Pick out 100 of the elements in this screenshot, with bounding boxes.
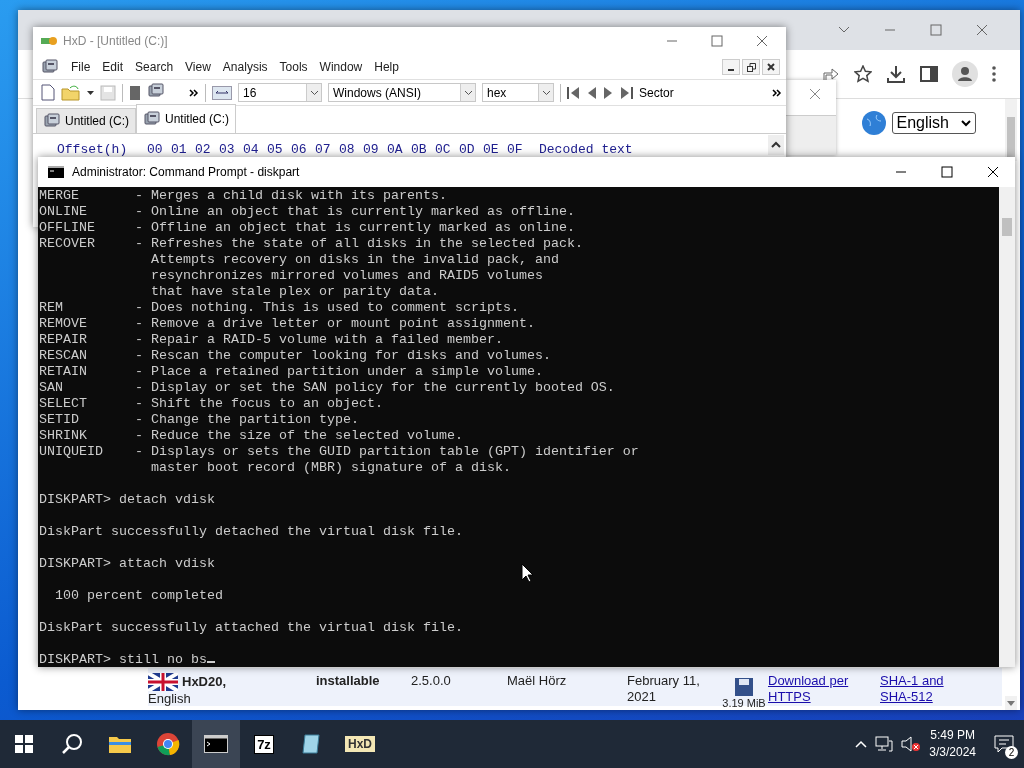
console-line: MERGE - Merges a child disk with its parents. [39, 188, 447, 203]
column-header: 0D [459, 142, 476, 157]
flag-icon [148, 673, 178, 691]
search-icon[interactable] [61, 733, 83, 755]
console-line: DiskPart successfully detached the virtual disk file. [39, 524, 463, 539]
network-icon[interactable] [875, 736, 894, 752]
console-line: that have stale plex or parity data. [149, 284, 439, 299]
column-header: 00 [147, 142, 164, 157]
product-name: HxD20, [182, 674, 227, 690]
column-header: 0F [507, 142, 524, 157]
menu-item[interactable]: Window [319, 60, 363, 74]
column-header: 0C [435, 142, 452, 157]
restore-icon[interactable] [742, 59, 760, 75]
console-line: DISKPART> detach vdisk [39, 492, 215, 507]
menu-item[interactable]: Help [374, 60, 399, 74]
console-line: ONLINE - Online an object that is currently marked as offline. [39, 204, 575, 219]
folder-icon[interactable] [108, 734, 132, 754]
column-header: 06 [291, 142, 308, 157]
maximize-icon[interactable] [941, 166, 953, 178]
product-language: English [148, 691, 192, 707]
menu-item[interactable]: Edit [102, 60, 124, 74]
menu-item[interactable]: Tools [279, 60, 308, 74]
column-header: 0E [483, 142, 500, 157]
hash-link[interactable]: SHA-1 and SHA-512 [880, 673, 960, 705]
chip-icon[interactable] [129, 84, 141, 101]
console-line: REPAIR - Repair a RAID-5 volume with a failed member. [39, 332, 503, 347]
last-icon[interactable] [619, 86, 633, 99]
console-line: Attempts recovery on disks in the invalid pack, and [149, 252, 559, 267]
clock-date[interactable]: 3/3/2024 [929, 744, 976, 761]
console-line: RECOVER - Refreshes the state of all disks in the selected pack. [39, 236, 583, 251]
share-icon[interactable] [822, 66, 840, 82]
console-line: SHRINK - Reduce the size of the selected volume. [39, 428, 463, 443]
nav-unit-label: Sector [639, 85, 674, 100]
avatar-icon[interactable] [952, 61, 978, 87]
caret-icon[interactable] [87, 90, 94, 95]
column-header: 09 [363, 142, 380, 157]
console-line: resynchronizes mirrored volumes and RAID5 volumes [149, 268, 543, 283]
new-file-icon[interactable] [41, 84, 55, 101]
charset-select[interactable]: Windows (ANSI) [328, 83, 476, 102]
column-header: 0B [411, 142, 428, 157]
download-icon[interactable] [886, 64, 906, 84]
menu-item[interactable]: File [71, 60, 91, 74]
terminal-icon [48, 166, 64, 178]
version-text: 2.5.0.0 [411, 673, 452, 689]
next-icon[interactable] [603, 86, 613, 99]
console-line: RESCAN - Rescan the computer looking for disks and volumes. [39, 348, 551, 363]
document-tab[interactable]: Untitled (C:) [36, 108, 136, 133]
browser-icon[interactable] [156, 732, 180, 756]
archive-app-icon[interactable]: 7z [254, 734, 274, 754]
chevron-down-icon[interactable] [838, 26, 850, 34]
date-text: February 11, 2021 [627, 673, 701, 705]
console-line: REM - Does nothing. This is used to comment scripts. [39, 300, 519, 315]
first-icon[interactable] [567, 86, 581, 99]
scrollbar[interactable] [999, 187, 1015, 667]
caret-icon[interactable] [306, 84, 321, 101]
column-width-icon [212, 85, 232, 100]
language-select[interactable]: English [891, 112, 976, 134]
side-panel-icon[interactable] [920, 65, 938, 83]
more-menu-icon[interactable] [992, 66, 996, 82]
scrollbar[interactable] [1005, 99, 1017, 161]
mouse-pointer-icon [521, 563, 534, 583]
clock-time[interactable]: 5:49 PM [930, 727, 975, 744]
notepad-icon[interactable] [301, 733, 323, 755]
star-icon[interactable] [854, 65, 872, 83]
console-line: master boot record (MBR) signature of a disk. [149, 460, 511, 475]
scroll-up-icon[interactable] [768, 135, 784, 155]
disk-drive-icon [147, 83, 165, 99]
document-tab[interactable]: Untitled (C:) [136, 104, 237, 133]
install-type: installable [316, 673, 381, 689]
chevron-up-icon[interactable] [855, 740, 868, 748]
column-header: 05 [267, 142, 284, 157]
close-icon[interactable] [987, 166, 999, 178]
terminal-icon[interactable] [204, 735, 228, 753]
globe-icon [861, 111, 886, 135]
console-line: DISKPART> attach vdisk [39, 556, 215, 571]
muted-speaker-icon[interactable] [901, 736, 922, 752]
chevron-right-icon[interactable] [189, 88, 199, 97]
start-icon[interactable] [15, 735, 33, 753]
column-header: 03 [219, 142, 236, 157]
minimize-icon[interactable] [722, 59, 740, 75]
menu-item[interactable]: Search [135, 60, 174, 74]
bytes-per-row-select[interactable]: 16 [238, 83, 322, 102]
caret-icon[interactable] [460, 84, 475, 101]
previous-icon[interactable] [587, 86, 597, 99]
caret-icon[interactable] [538, 84, 553, 101]
author-text: Maël Hörz [507, 673, 568, 689]
download-link[interactable]: Download per HTTPS [768, 673, 863, 705]
caret-icon [961, 119, 971, 127]
console-line: SETID - Change the partition type. [39, 412, 359, 427]
scroll-down-icon[interactable] [1005, 696, 1017, 710]
menu-item[interactable]: Analysis [222, 60, 268, 74]
window-title: Administrator: Command Prompt - diskpart [72, 165, 301, 179]
format-select[interactable]: hex [482, 83, 554, 102]
console-line: UNIQUEID - Displays or sets the GUID partition table (GPT) identifier or [39, 444, 639, 459]
column-header: 04 [243, 142, 260, 157]
menu-item[interactable]: View [185, 60, 211, 74]
chevron-right-icon[interactable] [772, 88, 782, 97]
hex-editor-app-icon[interactable]: HxD [345, 736, 375, 752]
floppy-icon [734, 677, 754, 697]
console-line: SAN - Display or set the SAN policy for the currently booted OS. [39, 380, 615, 395]
